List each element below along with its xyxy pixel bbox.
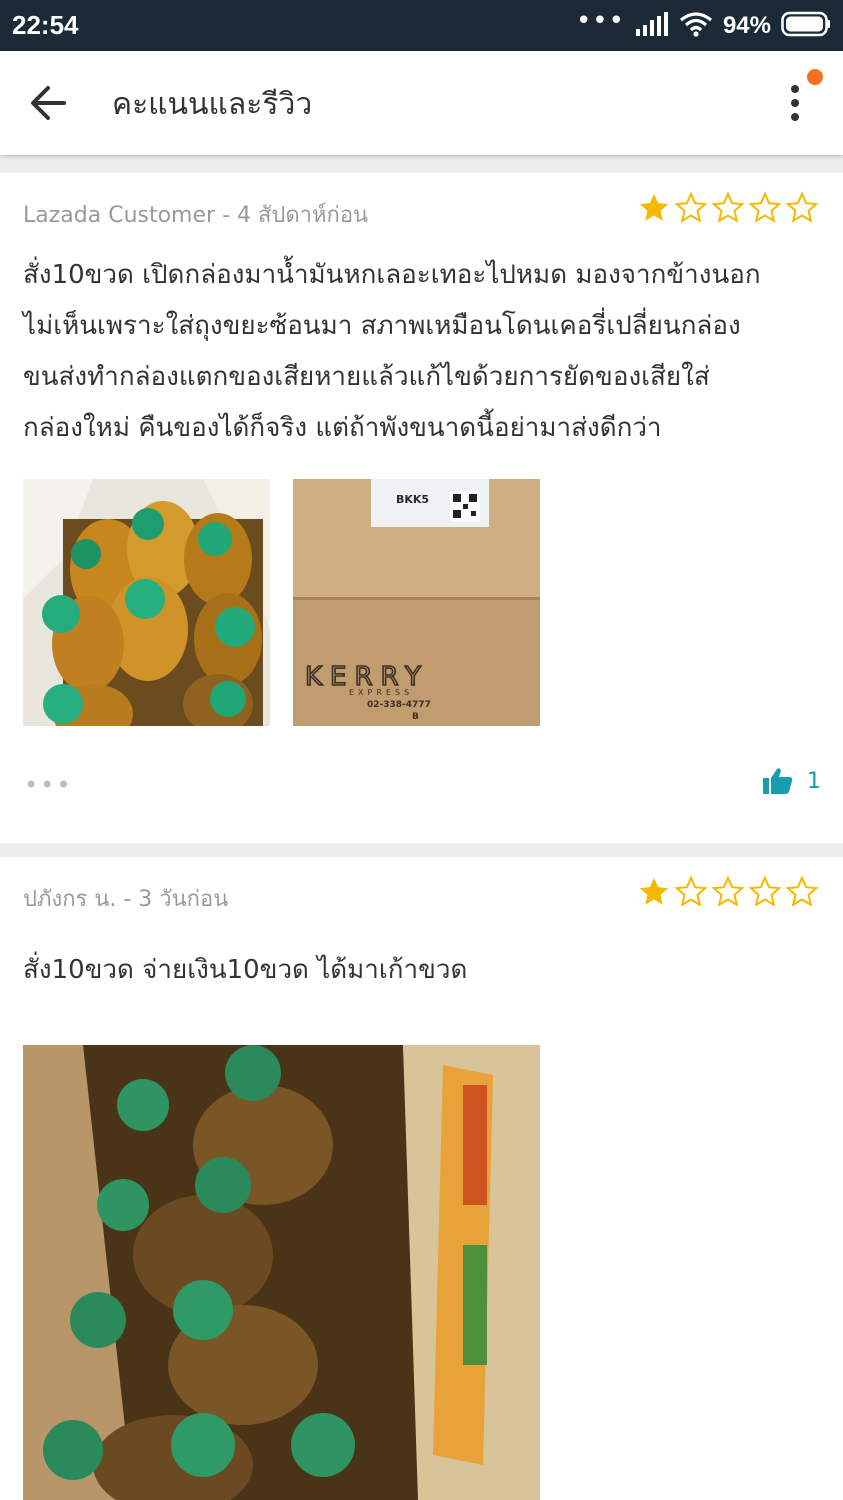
status-icons: ••• 94% (576, 8, 831, 44)
review-text-line: ขนส่งทำกล่องแตกของเสียหายแล้วแก้ไขด้วยกา… (23, 362, 710, 392)
oil-bottles-in-box-photo (23, 1045, 540, 1500)
notification-dot (807, 69, 823, 85)
page-title: คะแนนและรีวิว (112, 87, 313, 122)
review-photo[interactable]: BKK5 KERRY EXPRESS 02-338-4777 B (293, 479, 540, 726)
star-filled-icon (639, 193, 669, 221)
review-card: ปภังกร น. - 3 วันก่อน สั่ง10ขวด จ่ายเงิน… (0, 857, 843, 1500)
review-more-button[interactable]: ••• (24, 771, 72, 799)
status-time: 22:54 (12, 10, 79, 40)
shipping-label-code: BKK5 (396, 493, 429, 506)
app-bar: คะแนนและรีวิว (0, 51, 843, 155)
box-phone-text: 02-338-4777 (367, 700, 431, 710)
star-empty-icon (748, 191, 782, 223)
back-button[interactable] (26, 81, 74, 125)
signal-icon (635, 11, 669, 41)
review-photo[interactable] (23, 479, 270, 726)
star-empty-icon (674, 875, 708, 907)
more-vertical-icon (791, 85, 799, 121)
star-empty-icon (785, 191, 819, 223)
status-bar: 22:54 ••• 94% (0, 0, 843, 51)
arrow-left-icon (31, 86, 66, 120)
like-count: 1 (807, 768, 821, 794)
review-author-line: Lazada Customer - 4 สัปดาห์ก่อน (23, 203, 369, 228)
review-text: สั่ง10ขวด เปิดกล่องมาน้ำมันหกเลอะเทอะไปห… (23, 250, 823, 454)
review-text-line: กล่องใหม่ คืนของได้ก็จริง แต่ถ้าพังขนาดน… (23, 413, 662, 443)
more-menu-button[interactable] (775, 81, 815, 125)
wifi-icon (679, 11, 713, 41)
kerry-box-photo: BKK5 KERRY EXPRESS 02-338-4777 B (293, 479, 540, 726)
review-card: Lazada Customer - 4 สัปดาห์ก่อน สั่ง10ขว… (0, 173, 843, 843)
star-rating (637, 875, 819, 909)
like-button[interactable]: 1 (763, 767, 821, 795)
status-dots-icon: ••• (575, 6, 625, 36)
review-author-line: ปภังกร น. - 3 วันก่อน (23, 887, 229, 912)
battery-icon (781, 11, 831, 41)
star-empty-icon (674, 191, 708, 223)
review-text-line: สั่ง10ขวด เปิดกล่องมาน้ำมันหกเลอะเทอะไปห… (23, 260, 761, 290)
oil-bottles-in-bag-photo (23, 479, 270, 726)
review-text: สั่ง10ขวด จ่ายเงิน10ขวด ได้มาเก้าขวด (23, 945, 823, 996)
box-sub-text: EXPRESS (349, 688, 413, 697)
review-text-line: ไม่เห็นเพราะใส่ถุงขยะซ้อนมา สภาพเหมือนโด… (23, 311, 741, 341)
star-empty-icon (748, 875, 782, 907)
star-rating (637, 191, 819, 225)
thumbs-up-icon (763, 768, 793, 794)
review-photo[interactable] (23, 1045, 540, 1500)
box-letter-text: B (412, 712, 419, 722)
star-empty-icon (785, 875, 819, 907)
star-empty-icon (711, 191, 745, 223)
review-text-line: สั่ง10ขวด จ่ายเงิน10ขวด ได้มาเก้าขวด (23, 955, 468, 985)
star-empty-icon (711, 875, 745, 907)
battery-percent: 94% (722, 12, 771, 39)
star-filled-icon (639, 877, 669, 905)
